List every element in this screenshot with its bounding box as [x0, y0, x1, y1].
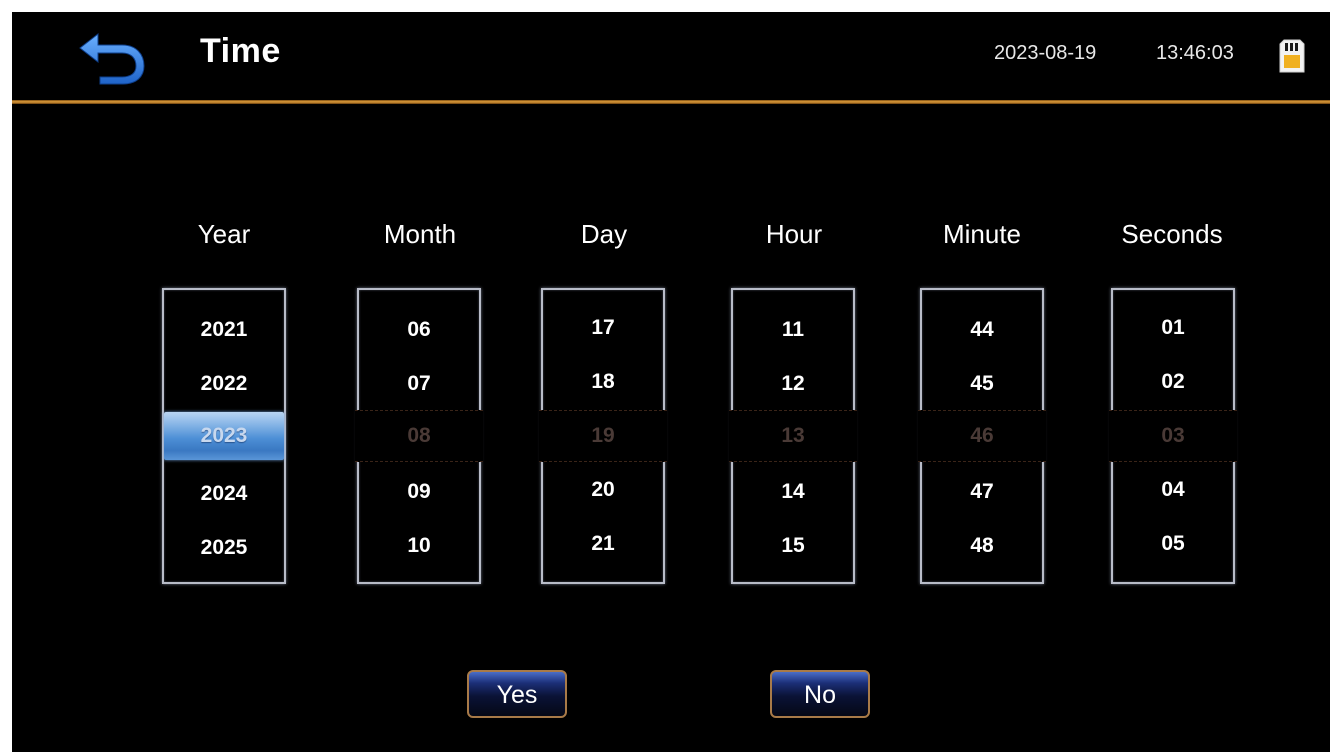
seconds-option[interactable]: 02 [1111, 362, 1235, 402]
day-option-selected[interactable]: 19 [541, 416, 665, 456]
hour-picker[interactable]: 11 12 13 14 15 [729, 288, 857, 584]
minute-option-selected[interactable]: 46 [920, 416, 1044, 456]
day-option[interactable]: 18 [541, 362, 665, 402]
month-option[interactable]: 09 [357, 472, 481, 512]
current-date: 2023-08-19 [994, 42, 1097, 64]
year-picker[interactable]: 2021 2022 2023 2024 2025 [162, 288, 286, 584]
time-settings-screen: Time 2023-08-19 13:46:03 Year Month Day … [12, 12, 1330, 752]
year-option[interactable]: 2022 [162, 364, 286, 404]
hour-option[interactable]: 15 [731, 526, 855, 566]
page-title: Time [200, 32, 281, 70]
hour-option[interactable]: 12 [731, 364, 855, 404]
back-arrow-icon[interactable] [76, 26, 148, 86]
label-month: Month [383, 219, 457, 249]
label-seconds: Seconds [1121, 219, 1223, 249]
month-option[interactable]: 06 [357, 310, 481, 350]
day-option[interactable]: 20 [541, 470, 665, 510]
hour-option[interactable]: 11 [731, 310, 855, 350]
minute-option[interactable]: 48 [920, 526, 1044, 566]
year-option[interactable]: 2021 [162, 310, 286, 350]
minute-option[interactable]: 44 [920, 310, 1044, 350]
hour-option-selected[interactable]: 13 [731, 416, 855, 456]
minute-option[interactable]: 45 [920, 364, 1044, 404]
label-hour: Hour [765, 219, 823, 249]
header-bar: Time 2023-08-19 13:46:03 [12, 12, 1330, 100]
seconds-option[interactable]: 05 [1111, 524, 1235, 564]
minute-picker[interactable]: 44 45 46 47 48 [918, 288, 1046, 584]
month-option[interactable]: 07 [357, 364, 481, 404]
seconds-option[interactable]: 01 [1111, 308, 1235, 348]
day-picker[interactable]: 17 18 19 20 21 [539, 288, 667, 584]
label-year: Year [197, 219, 251, 249]
day-option[interactable]: 21 [541, 524, 665, 564]
sd-card-icon [1278, 38, 1306, 74]
month-option-selected[interactable]: 08 [357, 416, 481, 456]
day-option[interactable]: 17 [541, 308, 665, 348]
seconds-option[interactable]: 04 [1111, 470, 1235, 510]
header-divider [12, 100, 1330, 104]
label-day: Day [580, 219, 628, 249]
year-option-selected[interactable]: 2023 [164, 412, 284, 460]
seconds-picker[interactable]: 01 02 03 04 05 [1109, 288, 1237, 584]
seconds-option-selected[interactable]: 03 [1111, 416, 1235, 456]
month-option[interactable]: 10 [357, 526, 481, 566]
year-option[interactable]: 2025 [162, 528, 286, 568]
month-picker[interactable]: 06 07 08 09 10 [355, 288, 483, 584]
year-option[interactable]: 2024 [162, 474, 286, 514]
yes-button[interactable]: Yes [467, 670, 567, 718]
hour-option[interactable]: 14 [731, 472, 855, 512]
current-time: 13:46:03 [1156, 42, 1234, 64]
no-button[interactable]: No [770, 670, 870, 718]
minute-option[interactable]: 47 [920, 472, 1044, 512]
label-minute: Minute [942, 219, 1022, 249]
